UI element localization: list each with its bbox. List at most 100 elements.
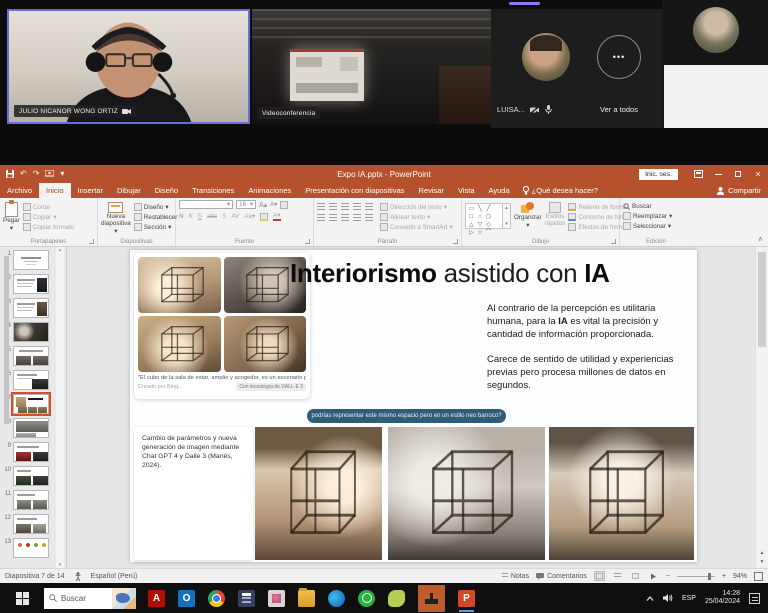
calculator-icon[interactable] [238,590,255,607]
share-button[interactable]: Compartir [717,183,761,198]
baroque-render-image-2[interactable] [388,427,545,560]
align-center-icon[interactable] [329,214,337,221]
normal-view-button[interactable] [594,571,605,581]
restore-button[interactable] [728,165,748,183]
shape-icon[interactable]: ○ [476,213,485,221]
slide-thumbnail-5[interactable]: 5 [3,346,49,366]
slide-thumbnail-2[interactable]: 2 [3,274,49,294]
ai-render-image-3[interactable] [138,316,221,372]
zoom-in-button[interactable]: + [722,573,726,580]
tab-presentaci-n-con-diapositivas[interactable]: Presentación con diapositivas [298,183,411,198]
slide-thumbnail-1[interactable]: 1 [3,250,49,270]
video-tile-presenter[interactable]: JULIO NICANOR WONG ORTIZ [7,9,250,124]
shape-icon[interactable]: ▭ [467,205,476,213]
slide-thumbnail-3[interactable]: 3 [3,298,49,318]
numbering-icon[interactable] [329,203,337,210]
slide-body-text[interactable]: Al contrario de la percepción es utilita… [487,302,690,392]
tray-expand-icon[interactable] [646,596,654,601]
clock[interactable]: 14:28 25/04/2024 [705,590,740,607]
tab-ayuda[interactable]: Ayuda [482,183,517,198]
highlight-color-icon[interactable] [260,213,268,221]
start-button[interactable] [0,583,44,613]
outlook-icon[interactable]: O [178,590,195,607]
powerpoint-icon[interactable]: P [458,590,475,607]
close-button[interactable]: × [748,165,768,183]
convert-smartart-button[interactable]: Convertir a SmartArt▾ [380,223,453,231]
tab-dibujar[interactable]: Dibujar [110,183,148,198]
shape-icon[interactable]: ◻ [484,213,493,221]
slide-thumbnail-13[interactable]: 13 [3,538,49,558]
slide-thumbnail-6[interactable]: 6 [3,370,49,390]
shape-icon[interactable]: ╱ [484,205,493,213]
shape-icon[interactable]: ▽ [476,221,485,229]
ai-render-image-4[interactable] [224,316,307,372]
reset-slide-button[interactable]: Restablecer [134,213,178,221]
section-button[interactable]: Sección▾ [134,223,178,231]
font-dialog-launcher-icon[interactable] [305,239,310,244]
bullets-icon[interactable] [317,203,325,210]
save-icon[interactable] [6,170,14,178]
thumbnail-scrollbar[interactable]: ▴ ▾ [56,247,64,568]
arrange-button[interactable]: Organizar ▾ [514,200,542,236]
shapes-scrollbar[interactable]: ▴ ▾ [503,203,511,229]
redo-icon[interactable]: ↷ [33,170,40,178]
align-left-icon[interactable] [317,214,325,221]
file-explorer-icon[interactable] [298,590,315,607]
drawing-dialog-launcher-icon[interactable] [611,239,616,244]
slide-thumbnail-11[interactable]: 11 [3,490,49,510]
taskbar-search[interactable]: Buscar [44,588,136,609]
character-spacing-button[interactable]: AV [231,213,239,220]
notes-app-icon[interactable] [388,590,405,607]
paste-button[interactable]: Pegar ▾ [3,200,20,236]
font-size-combo[interactable]: 16▾ [236,200,256,209]
font-name-combo[interactable]: ▾ [179,200,233,209]
select-button[interactable]: Seleccionar▾ [623,222,672,230]
tab-insertar[interactable]: Insertar [71,183,110,198]
shape-icon[interactable]: ☆ [476,229,485,237]
avatar-attendee[interactable] [522,33,570,81]
clear-formatting-icon[interactable] [280,201,288,209]
shape-icon[interactable]: ▷ [467,229,476,237]
grow-font-button[interactable]: A▴ [259,201,267,209]
bold-button[interactable]: N [179,213,184,220]
strikethrough-button[interactable]: abc [207,213,217,220]
slide-7[interactable]: "El cubo de la sala de estar, amplio y a… [130,250,697,562]
speaker-icon[interactable] [663,594,673,602]
zoom-slider-thumb[interactable] [708,573,711,580]
shapes-gallery[interactable]: ▭╲╱□○◻△▽◇▷☆⌒ [465,203,503,229]
undo-icon[interactable]: ↶ [20,170,27,178]
baroque-render-image-3[interactable] [549,427,694,560]
copy-button[interactable]: Copiar▾ [23,213,75,221]
active-app-icon[interactable] [418,585,445,612]
columns-icon[interactable] [365,214,373,221]
replace-button[interactable]: Reemplazar▾ [623,212,672,220]
shrink-font-button[interactable]: A▾ [270,201,277,208]
edge-icon[interactable] [328,590,345,607]
zoom-slider[interactable] [677,576,715,577]
tab-vista[interactable]: Vista [451,183,482,198]
italic-button[interactable]: K [189,213,193,220]
slide-thumbnail-4[interactable]: 4 [3,322,49,342]
reading-view-button[interactable] [630,571,641,581]
fit-slide-icon[interactable] [754,572,763,581]
thumbnail-scrollbar-thumb[interactable] [4,256,9,424]
align-right-icon[interactable] [341,214,349,221]
line-spacing-icon[interactable] [365,203,373,210]
collapse-ribbon-icon[interactable]: ∧ [758,235,763,243]
slide-thumbnail-10[interactable]: 10 [3,466,49,486]
underline-button[interactable]: S [198,213,202,220]
scroll-up-icon[interactable]: ▴ [59,247,62,253]
cut-button[interactable]: Cortar [23,203,75,211]
shape-icon[interactable]: △ [467,221,476,229]
next-slide-icon[interactable]: ▾ [761,559,764,565]
slideshow-view-button[interactable] [648,571,659,581]
zoom-level[interactable]: 94% [733,573,747,580]
shape-icon[interactable]: ╲ [476,205,485,213]
shape-icon[interactable]: □ [467,213,476,221]
tell-me-box[interactable]: ¿Qué desea hacer? [517,183,604,198]
new-slide-button[interactable]: Nueva diapositiva ▾ [101,200,131,236]
more-participants-button[interactable]: ••• [597,35,641,79]
sign-in-button[interactable]: Inic. ses. [639,169,678,180]
slide-thumbnail-8[interactable]: 8 [3,418,49,438]
main-scrollbar[interactable]: ▴ ▾ [755,247,768,568]
